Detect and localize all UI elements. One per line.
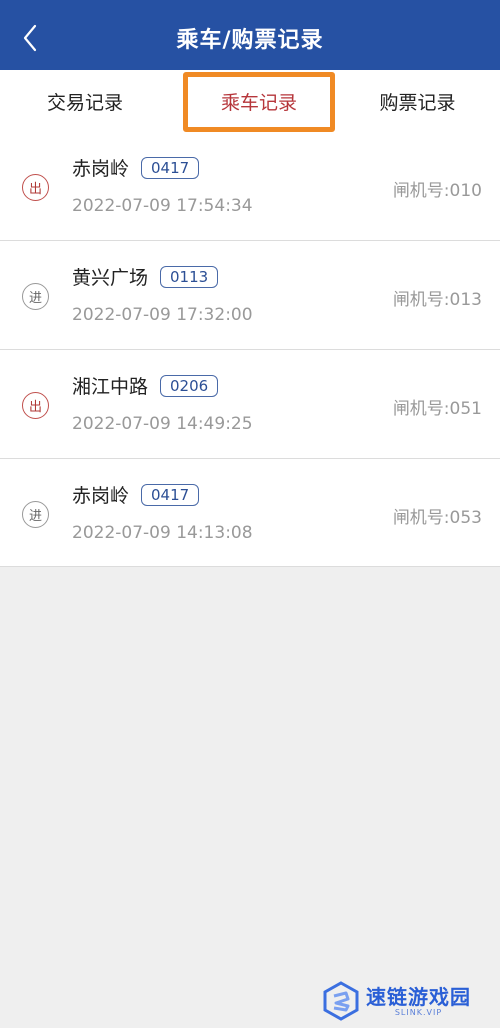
station-name: 黄兴广场 0113 [72, 263, 219, 290]
list-item[interactable]: 进 黄兴广场 0113 2022-07-09 17:32:00 闸机号:013 [0, 241, 500, 350]
gate-number: 闸机号:013 [392, 290, 482, 310]
station-code-badge: 0417 [141, 157, 200, 179]
record-time: 2022-07-09 17:32:00 [72, 305, 253, 325]
station-name: 赤岗岭 0417 [72, 154, 200, 181]
station-label: 赤岗岭 [72, 158, 130, 180]
tab-transactions[interactable]: 交易记录 [20, 70, 150, 132]
station-name: 赤岗岭 0417 [72, 481, 200, 508]
ride-record-list: 出 赤岗岭 0417 2022-07-09 17:54:34 闸机号:010 进 … [0, 132, 500, 567]
station-label: 黄兴广场 [72, 267, 149, 289]
station-name: 湘江中路 0206 [72, 372, 219, 399]
entry-icon: 进 [22, 283, 49, 310]
list-item[interactable]: 进 赤岗岭 0417 2022-07-09 14:13:08 闸机号:053 [0, 459, 500, 567]
watermark-text: 速链游戏园 [366, 984, 471, 1009]
station-code-badge: 0113 [160, 266, 219, 288]
tab-bar: 交易记录 乘车记录 购票记录 [0, 70, 500, 132]
watermark-subtext: SLINK.VIP [394, 1007, 443, 1017]
exit-icon: 出 [22, 392, 49, 419]
list-item[interactable]: 出 赤岗岭 0417 2022-07-09 17:54:34 闸机号:010 [0, 132, 500, 241]
exit-icon: 出 [22, 174, 49, 201]
station-code-badge: 0417 [141, 484, 200, 506]
station-label: 湘江中路 [72, 376, 149, 398]
gate-number: 闸机号:053 [392, 508, 482, 528]
entry-icon: 进 [22, 501, 49, 528]
station-label: 赤岗岭 [72, 485, 130, 507]
list-item[interactable]: 出 湘江中路 0206 2022-07-09 14:49:25 闸机号:051 [0, 350, 500, 459]
record-time: 2022-07-09 14:13:08 [72, 523, 253, 543]
tab-ride-records[interactable]: 乘车记录 [185, 70, 333, 132]
record-time: 2022-07-09 14:49:25 [72, 414, 253, 434]
gate-number: 闸机号:051 [392, 399, 482, 419]
app-header: 乘车/购票记录 [0, 0, 500, 70]
record-time: 2022-07-09 17:54:34 [72, 196, 253, 216]
station-code-badge: 0206 [160, 375, 219, 397]
watermark-text-block: 速链游戏园 SLINK.VIP [366, 986, 471, 1017]
page-title: 乘车/购票记录 [176, 28, 324, 53]
watermark-logo-icon [323, 981, 359, 1021]
gate-number: 闸机号:010 [392, 181, 482, 201]
watermark: 速链游戏园 SLINK.VIP [322, 978, 490, 1024]
tab-ticket-records[interactable]: 购票记录 [350, 70, 485, 132]
